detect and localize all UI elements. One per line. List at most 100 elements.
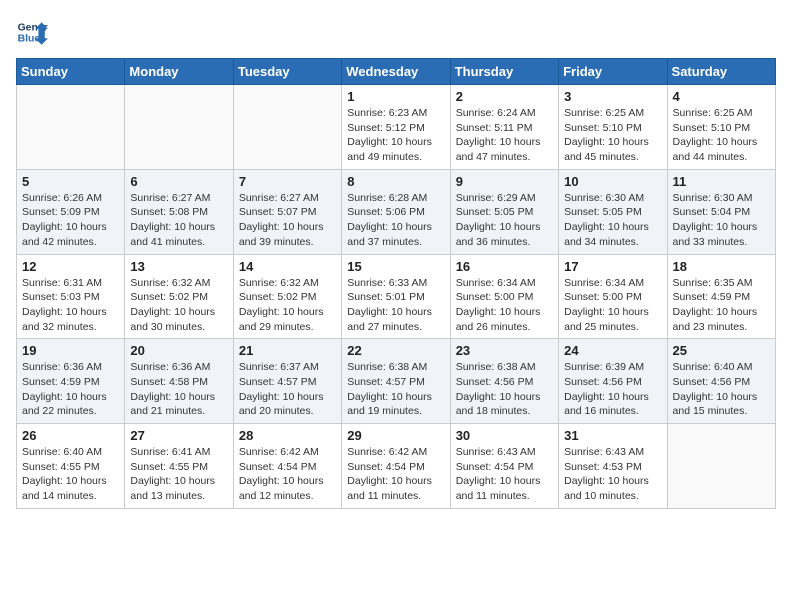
day-detail: Sunrise: 6:43 AM Sunset: 4:54 PM Dayligh… [456, 445, 553, 504]
calendar-cell: 31Sunrise: 6:43 AM Sunset: 4:53 PM Dayli… [559, 424, 667, 509]
day-detail: Sunrise: 6:29 AM Sunset: 5:05 PM Dayligh… [456, 191, 553, 250]
day-number: 25 [673, 343, 770, 358]
weekday-header-wednesday: Wednesday [342, 59, 450, 85]
calendar-table: SundayMondayTuesdayWednesdayThursdayFrid… [16, 58, 776, 509]
day-number: 3 [564, 89, 661, 104]
calendar-week-row: 19 Sunrise: 6:36 AM Sunset: 4:59 PM Dayli… [17, 339, 776, 424]
day-number: 22 [347, 343, 444, 358]
calendar-week-row: 5Sunrise: 6:26 AM Sunset: 5:09 PM Daylig… [17, 169, 776, 254]
day-detail: Sunrise: 6:36 AM Sunset: 4:58 PM Dayligh… [130, 360, 227, 419]
weekday-header-monday: Monday [125, 59, 233, 85]
day-number: 12 [22, 259, 119, 274]
day-detail: Sunrise: 6:27 AM Sunset: 5:08 PM Dayligh… [130, 191, 227, 250]
calendar-week-row: 26Sunrise: 6:40 AM Sunset: 4:55 PM Dayli… [17, 424, 776, 509]
page-header: General Blue [16, 16, 776, 48]
calendar-cell [667, 424, 775, 509]
day-number: 31 [564, 428, 661, 443]
day-number: 13 [130, 259, 227, 274]
day-detail: Sunrise: 6:38 AM Sunset: 4:56 PM Dayligh… [456, 360, 553, 419]
day-detail: Sunrise: 6:41 AM Sunset: 4:55 PM Dayligh… [130, 445, 227, 504]
day-detail: Sunrise: 6:24 AM Sunset: 5:11 PM Dayligh… [456, 106, 553, 165]
calendar-cell: 26Sunrise: 6:40 AM Sunset: 4:55 PM Dayli… [17, 424, 125, 509]
calendar-cell: 21 Sunrise: 6:37 AM Sunset: 4:57 PM Dayli… [233, 339, 341, 424]
day-number: 18 [673, 259, 770, 274]
day-number: 17 [564, 259, 661, 274]
weekday-header-sunday: Sunday [17, 59, 125, 85]
day-detail: Sunrise: 6:38 AM Sunset: 4:57 PM Dayligh… [347, 360, 444, 419]
calendar-cell: 28 Sunrise: 6:42 AM Sunset: 4:54 PM Dayli… [233, 424, 341, 509]
calendar-cell: 6 Sunrise: 6:27 AM Sunset: 5:08 PM Daylig… [125, 169, 233, 254]
calendar-cell: 2 Sunrise: 6:24 AM Sunset: 5:11 PM Daylig… [450, 85, 558, 170]
day-number: 30 [456, 428, 553, 443]
day-number: 16 [456, 259, 553, 274]
calendar-cell: 19 Sunrise: 6:36 AM Sunset: 4:59 PM Dayli… [17, 339, 125, 424]
day-detail: Sunrise: 6:26 AM Sunset: 5:09 PM Dayligh… [22, 191, 119, 250]
calendar-cell: 10Sunrise: 6:30 AM Sunset: 5:05 PM Dayli… [559, 169, 667, 254]
day-detail: Sunrise: 6:36 AM Sunset: 4:59 PM Dayligh… [22, 360, 119, 419]
day-detail: Sunrise: 6:31 AM Sunset: 5:03 PM Dayligh… [22, 276, 119, 335]
day-number: 21 [239, 343, 336, 358]
day-detail: Sunrise: 6:35 AM Sunset: 4:59 PM Dayligh… [673, 276, 770, 335]
day-number: 1 [347, 89, 444, 104]
calendar-week-row: 12 Sunrise: 6:31 AM Sunset: 5:03 PM Dayli… [17, 254, 776, 339]
day-detail: Sunrise: 6:33 AM Sunset: 5:01 PM Dayligh… [347, 276, 444, 335]
day-number: 23 [456, 343, 553, 358]
calendar-cell: 22 Sunrise: 6:38 AM Sunset: 4:57 PM Dayli… [342, 339, 450, 424]
calendar-cell [17, 85, 125, 170]
day-number: 15 [347, 259, 444, 274]
day-detail: Sunrise: 6:34 AM Sunset: 5:00 PM Dayligh… [456, 276, 553, 335]
calendar-cell: 15 Sunrise: 6:33 AM Sunset: 5:01 PM Dayli… [342, 254, 450, 339]
calendar-cell: 25Sunrise: 6:40 AM Sunset: 4:56 PM Dayli… [667, 339, 775, 424]
day-detail: Sunrise: 6:37 AM Sunset: 4:57 PM Dayligh… [239, 360, 336, 419]
day-detail: Sunrise: 6:28 AM Sunset: 5:06 PM Dayligh… [347, 191, 444, 250]
day-number: 27 [130, 428, 227, 443]
calendar-cell: 5Sunrise: 6:26 AM Sunset: 5:09 PM Daylig… [17, 169, 125, 254]
calendar-cell: 18 Sunrise: 6:35 AM Sunset: 4:59 PM Dayli… [667, 254, 775, 339]
day-detail: Sunrise: 6:30 AM Sunset: 5:05 PM Dayligh… [564, 191, 661, 250]
day-detail: Sunrise: 6:34 AM Sunset: 5:00 PM Dayligh… [564, 276, 661, 335]
day-number: 20 [130, 343, 227, 358]
calendar-cell: 1 Sunrise: 6:23 AM Sunset: 5:12 PM Daylig… [342, 85, 450, 170]
calendar-cell: 14Sunrise: 6:32 AM Sunset: 5:02 PM Dayli… [233, 254, 341, 339]
calendar-cell: 30 Sunrise: 6:43 AM Sunset: 4:54 PM Dayli… [450, 424, 558, 509]
calendar-cell: 3 Sunrise: 6:25 AM Sunset: 5:10 PM Daylig… [559, 85, 667, 170]
weekday-header-row: SundayMondayTuesdayWednesdayThursdayFrid… [17, 59, 776, 85]
day-detail: Sunrise: 6:42 AM Sunset: 4:54 PM Dayligh… [239, 445, 336, 504]
day-number: 29 [347, 428, 444, 443]
day-detail: Sunrise: 6:30 AM Sunset: 5:04 PM Dayligh… [673, 191, 770, 250]
day-number: 2 [456, 89, 553, 104]
weekday-header-tuesday: Tuesday [233, 59, 341, 85]
day-number: 9 [456, 174, 553, 189]
day-number: 28 [239, 428, 336, 443]
weekday-header-saturday: Saturday [667, 59, 775, 85]
day-number: 19 [22, 343, 119, 358]
calendar-cell: 7 Sunrise: 6:27 AM Sunset: 5:07 PM Daylig… [233, 169, 341, 254]
day-number: 4 [673, 89, 770, 104]
day-number: 14 [239, 259, 336, 274]
calendar-week-row: 1 Sunrise: 6:23 AM Sunset: 5:12 PM Daylig… [17, 85, 776, 170]
day-number: 24 [564, 343, 661, 358]
calendar-cell: 4 Sunrise: 6:25 AM Sunset: 5:10 PM Daylig… [667, 85, 775, 170]
day-number: 6 [130, 174, 227, 189]
calendar-cell: 11 Sunrise: 6:30 AM Sunset: 5:04 PM Dayli… [667, 169, 775, 254]
day-detail: Sunrise: 6:42 AM Sunset: 4:54 PM Dayligh… [347, 445, 444, 504]
day-detail: Sunrise: 6:25 AM Sunset: 5:10 PM Dayligh… [564, 106, 661, 165]
calendar-cell: 8 Sunrise: 6:28 AM Sunset: 5:06 PM Daylig… [342, 169, 450, 254]
calendar-cell: 13Sunrise: 6:32 AM Sunset: 5:02 PM Dayli… [125, 254, 233, 339]
calendar-cell: 29 Sunrise: 6:42 AM Sunset: 4:54 PM Dayli… [342, 424, 450, 509]
weekday-header-thursday: Thursday [450, 59, 558, 85]
day-number: 7 [239, 174, 336, 189]
calendar-cell: 23 Sunrise: 6:38 AM Sunset: 4:56 PM Dayli… [450, 339, 558, 424]
calendar-cell: 17 Sunrise: 6:34 AM Sunset: 5:00 PM Dayli… [559, 254, 667, 339]
calendar-cell [125, 85, 233, 170]
day-detail: Sunrise: 6:39 AM Sunset: 4:56 PM Dayligh… [564, 360, 661, 419]
day-detail: Sunrise: 6:23 AM Sunset: 5:12 PM Dayligh… [347, 106, 444, 165]
day-detail: Sunrise: 6:25 AM Sunset: 5:10 PM Dayligh… [673, 106, 770, 165]
day-number: 8 [347, 174, 444, 189]
logo: General Blue [16, 16, 48, 48]
calendar-cell: 24 Sunrise: 6:39 AM Sunset: 4:56 PM Dayli… [559, 339, 667, 424]
day-detail: Sunrise: 6:27 AM Sunset: 5:07 PM Dayligh… [239, 191, 336, 250]
weekday-header-friday: Friday [559, 59, 667, 85]
calendar-cell [233, 85, 341, 170]
day-number: 11 [673, 174, 770, 189]
